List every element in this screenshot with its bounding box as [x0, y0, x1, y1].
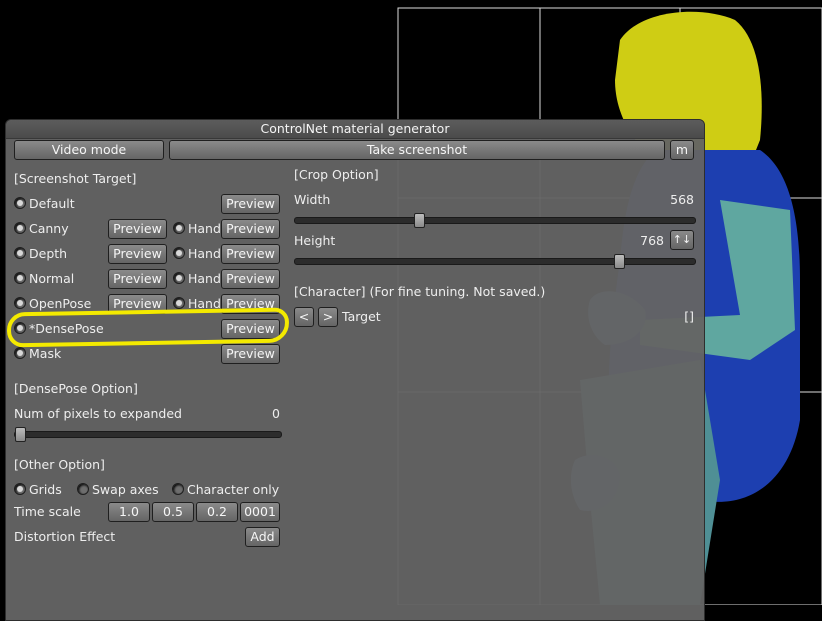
densepose-option-header: [DensePose Option] — [14, 381, 138, 396]
toggle-label: Normal — [29, 271, 75, 286]
add-distortion-button[interactable]: Add — [245, 527, 280, 547]
checkbox-icon — [173, 272, 185, 284]
preview-normal-hand-button[interactable]: Preview — [221, 269, 280, 289]
preview-depth-button[interactable]: Preview — [108, 244, 167, 264]
toggle-openpose[interactable]: OpenPose — [14, 296, 91, 312]
take-screenshot-button[interactable]: Take screenshot — [169, 140, 665, 160]
checkbox-icon — [77, 483, 89, 495]
toggle-label: Mask — [29, 346, 62, 361]
m-button[interactable]: m — [670, 140, 694, 160]
slider-thumb[interactable] — [614, 254, 625, 269]
distortion-effect-label: Distortion Effect — [14, 529, 116, 544]
character-prev-button[interactable]: < — [294, 307, 314, 327]
time-scale-1-0-button[interactable]: 1.0 — [108, 502, 150, 522]
preview-normal-button[interactable]: Preview — [108, 269, 167, 289]
character-target-value: [] — [684, 309, 694, 324]
time-scale-0-5-button[interactable]: 0.5 — [152, 502, 194, 522]
preview-canny-hand-button[interactable]: Preview — [221, 219, 280, 239]
checkbox-icon — [173, 247, 185, 259]
character-next-button[interactable]: > — [318, 307, 338, 327]
checkbox-icon — [14, 247, 26, 259]
pixels-expanded-value: 0 — [272, 406, 280, 421]
window-title[interactable]: ControlNet material generator — [6, 120, 704, 139]
preview-canny-button[interactable]: Preview — [108, 219, 167, 239]
densepose-highlight-annotation — [6, 307, 290, 348]
time-scale-0001-button[interactable]: 0001 — [240, 502, 280, 522]
toggle-label: Depth — [29, 246, 68, 261]
character-target-label: Target — [342, 309, 381, 324]
other-option-header: [Other Option] — [14, 457, 105, 472]
screenshot-target-header: [Screenshot Target] — [14, 171, 137, 186]
character-header: [Character] (For fine tuning. Not saved.… — [294, 284, 546, 299]
toggle-normal-hand[interactable]: Hand — [173, 271, 221, 287]
toggle-label: Grids — [29, 482, 62, 497]
checkbox-icon — [172, 483, 184, 495]
checkbox-icon — [173, 297, 185, 309]
toggle-label: Canny — [29, 221, 69, 236]
toggle-grids[interactable]: Grids — [14, 482, 62, 498]
pixels-expanded-slider[interactable] — [14, 427, 282, 442]
checkbox-icon — [14, 347, 26, 359]
toggle-label: Hand — [188, 271, 221, 286]
toggle-depth-hand[interactable]: Hand — [173, 246, 221, 262]
toggle-label: Default — [29, 196, 75, 211]
toggle-label: Hand — [188, 221, 221, 236]
toggle-label: Hand — [188, 246, 221, 261]
height-value: 768 — [640, 233, 664, 248]
checkbox-icon — [14, 222, 26, 234]
height-slider[interactable] — [294, 254, 696, 269]
width-label: Width — [294, 192, 331, 207]
video-mode-button[interactable]: Video mode — [14, 140, 164, 160]
slider-thumb[interactable] — [15, 427, 26, 442]
width-value: 568 — [670, 192, 694, 207]
swap-dimensions-icon[interactable]: ↑↓ — [670, 230, 694, 250]
slider-thumb[interactable] — [414, 213, 425, 228]
toggle-default[interactable]: Default — [14, 196, 75, 212]
preview-depth-hand-button[interactable]: Preview — [221, 244, 280, 264]
checkbox-icon — [173, 222, 185, 234]
toggle-character-only[interactable]: Character only — [172, 482, 279, 498]
toggle-canny[interactable]: Canny — [14, 221, 69, 237]
toggle-swap-axes[interactable]: Swap axes — [77, 482, 159, 498]
pixels-expanded-label: Num of pixels to expanded — [14, 406, 182, 421]
toggle-depth[interactable]: Depth — [14, 246, 67, 262]
time-scale-label: Time scale — [14, 504, 81, 519]
toggle-label: Swap axes — [92, 482, 159, 497]
toggle-label: Character only — [187, 482, 280, 497]
toggle-label: OpenPose — [29, 296, 92, 311]
preview-default-button[interactable]: Preview — [221, 194, 280, 214]
controlnet-panel: ControlNet material generator Video mode… — [5, 119, 705, 621]
width-slider[interactable] — [294, 213, 696, 228]
checkbox-icon — [14, 272, 26, 284]
toggle-canny-hand[interactable]: Hand — [173, 221, 221, 237]
time-scale-0-2-button[interactable]: 0.2 — [196, 502, 238, 522]
toggle-mask[interactable]: Mask — [14, 346, 61, 362]
toggle-normal[interactable]: Normal — [14, 271, 74, 287]
checkbox-icon — [14, 483, 26, 495]
height-label: Height — [294, 233, 336, 248]
checkbox-icon — [14, 297, 26, 309]
preview-mask-button[interactable]: Preview — [221, 344, 280, 364]
checkbox-icon — [14, 197, 26, 209]
crop-option-header: [Crop Option] — [294, 167, 379, 182]
